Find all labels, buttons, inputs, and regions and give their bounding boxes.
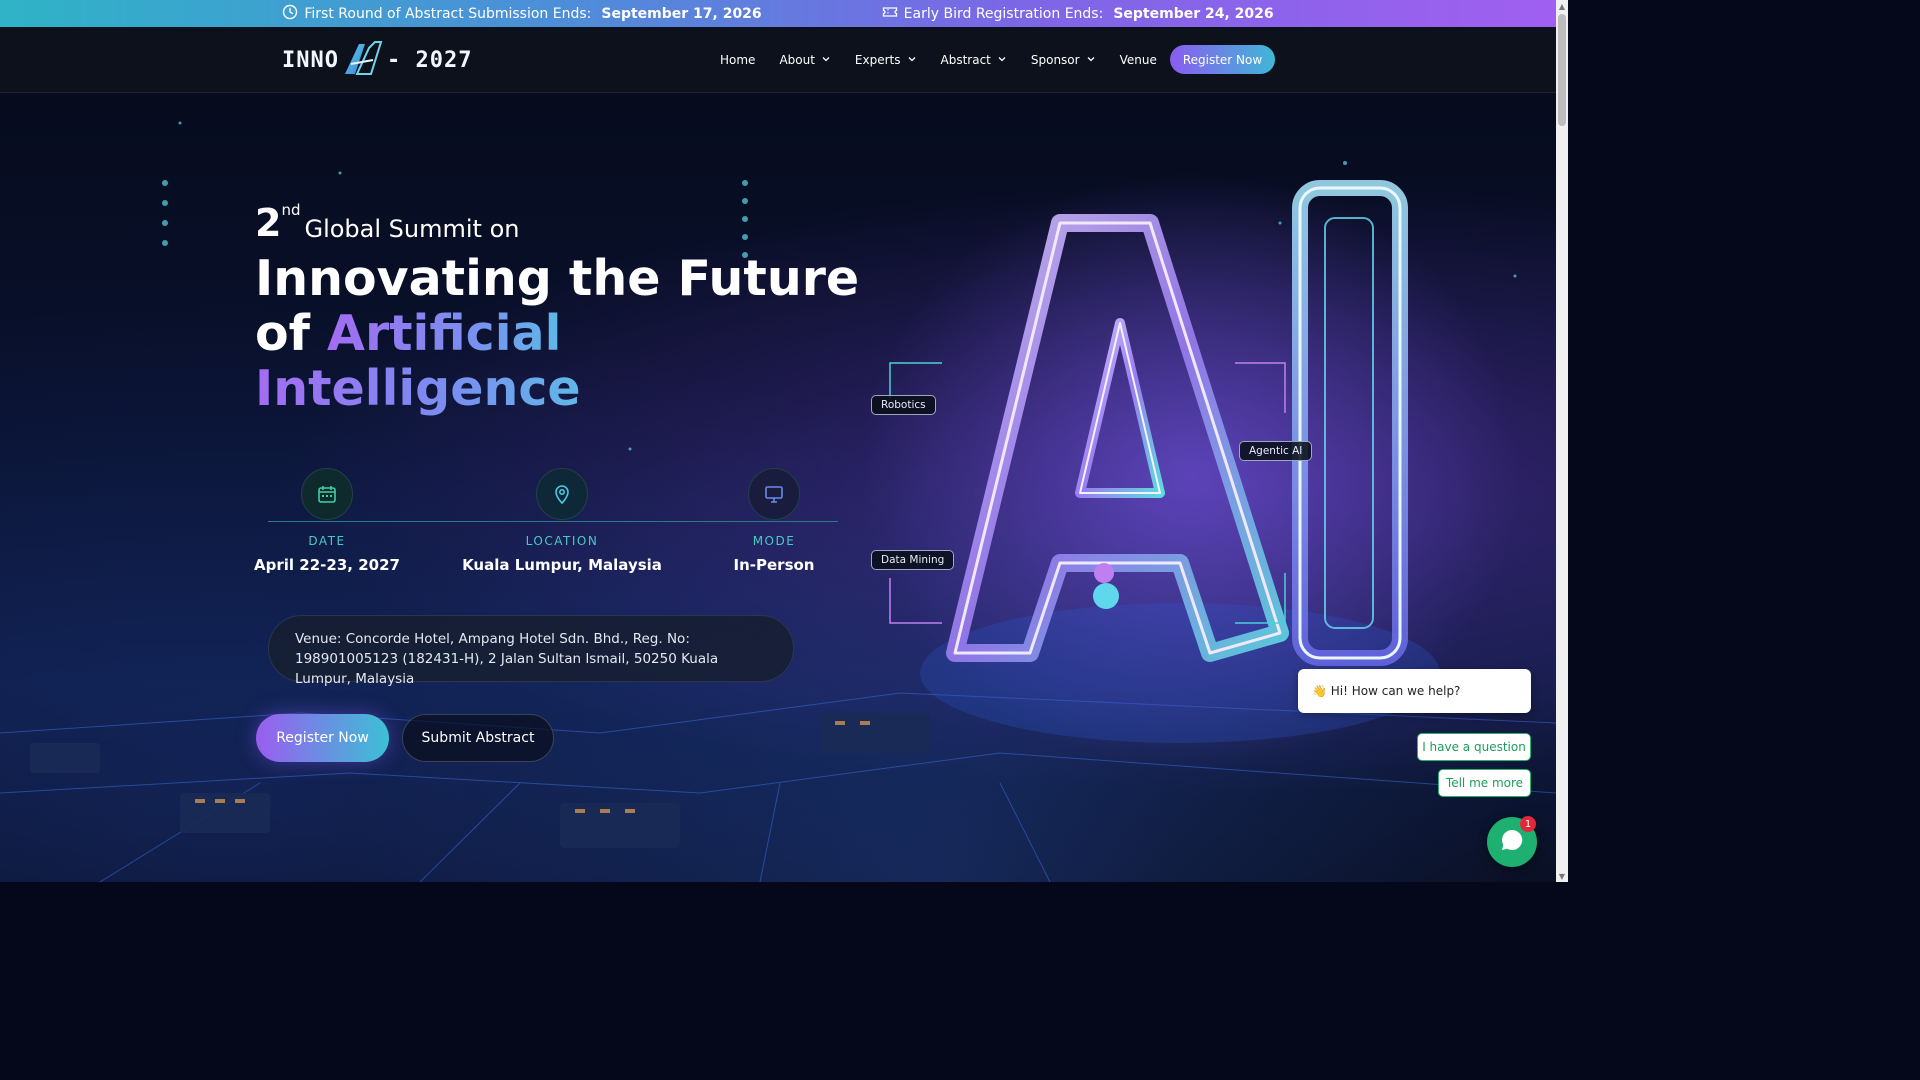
info-location-label: LOCATION xyxy=(525,534,599,548)
chevron-down-icon xyxy=(907,53,917,67)
headline-accent-2: Intelligence xyxy=(255,360,581,417)
chat-option-question[interactable]: I have a question xyxy=(1417,733,1531,761)
edition-suffix: nd xyxy=(281,201,301,219)
abstract-deadline-date: September 17, 2026 xyxy=(601,5,762,22)
main-nav: Home About Experts Abstract Sponsor Venu… xyxy=(720,45,1181,75)
headline-accent-1: Artificial xyxy=(327,305,562,362)
chat-bubble-icon xyxy=(1498,826,1526,858)
nav-home[interactable]: Home xyxy=(720,45,755,75)
early-bird-label: Early Bird Registration Ends: xyxy=(903,5,1104,22)
info-date-value: April 22-23, 2027 xyxy=(254,556,400,574)
chat-option-tell-more[interactable]: Tell me more xyxy=(1438,769,1531,797)
chat-unread-badge: 1 xyxy=(1520,816,1536,832)
chevron-down-icon xyxy=(1086,53,1096,67)
site-logo[interactable]: INNO - 2027 xyxy=(282,37,472,83)
info-location: LOCATION Kuala Lumpur, Malaysia xyxy=(462,468,662,574)
info-mode-label: MODE xyxy=(752,534,796,548)
headline-of: of xyxy=(255,305,310,362)
page-scrollbar[interactable]: ▲ ▼ xyxy=(1556,0,1568,882)
announcement-bar: First Round of Abstract Submission Ends:… xyxy=(0,0,1556,27)
headline-line-1: Innovating the Future xyxy=(255,250,860,307)
edition-number: 2 xyxy=(255,201,282,245)
ticket-icon xyxy=(882,4,898,24)
hero-section: 2 nd Global Summit on Innovating the Fut… xyxy=(0,93,1556,882)
submit-abstract-button[interactable]: Submit Abstract xyxy=(402,714,554,762)
location-pin-icon xyxy=(536,468,588,520)
page: { "announcement": { "abstract_label": "F… xyxy=(0,0,1568,882)
logo-text-right: - 2027 xyxy=(386,47,473,73)
scroll-down-icon[interactable]: ▼ xyxy=(1556,870,1568,882)
abstract-deadline-label: First Round of Abstract Submission Ends: xyxy=(304,5,592,22)
scroll-up-icon[interactable]: ▲ xyxy=(1556,0,1568,12)
tag-robotics: Robotics xyxy=(871,395,936,415)
tag-data-mining: Data Mining xyxy=(871,550,955,570)
info-date-label: DATE xyxy=(308,534,346,548)
nav-venue-label: Venue xyxy=(1119,53,1157,67)
logo-text-left: INNO xyxy=(282,47,339,73)
early-bird-date: September 24, 2026 xyxy=(1113,5,1274,22)
nav-abstract[interactable]: Abstract xyxy=(941,45,1007,75)
early-bird-deadline: Early Bird Registration Ends: September … xyxy=(882,4,1274,24)
info-mode: MODE In-Person xyxy=(674,468,874,574)
info-location-value: Kuala Lumpur, Malaysia xyxy=(462,556,662,574)
event-info-row: DATE April 22-23, 2027 LOCATION Kuala Lu… xyxy=(254,468,838,578)
nav-venue[interactable]: Venue xyxy=(1120,45,1157,75)
chevron-down-icon xyxy=(997,53,1007,67)
edition-text: Global Summit on xyxy=(304,215,520,243)
ai-logo-mark-icon xyxy=(339,38,387,82)
tag-agentic-ai: Agentic AI xyxy=(1239,441,1313,461)
nav-experts[interactable]: Experts xyxy=(855,45,917,75)
summit-edition: 2 nd Global Summit on xyxy=(255,201,519,245)
nav-experts-label: Experts xyxy=(854,53,901,67)
nav-about-label: About xyxy=(779,53,815,67)
venue-address: Venue: Concorde Hotel, Ampang Hotel Sdn.… xyxy=(268,615,794,687)
info-mode-value: In-Person xyxy=(733,556,815,574)
clock-icon xyxy=(282,4,298,24)
chevron-down-icon xyxy=(821,53,831,67)
nav-abstract-label: Abstract xyxy=(940,53,991,67)
scroll-thumb[interactable] xyxy=(1558,14,1566,126)
hero-register-button[interactable]: Register Now xyxy=(256,714,389,762)
abstract-deadline: First Round of Abstract Submission Ends:… xyxy=(282,4,762,24)
monitor-icon xyxy=(748,468,800,520)
calendar-icon xyxy=(301,468,353,520)
nav-sponsor[interactable]: Sponsor xyxy=(1031,45,1096,75)
chat-greeting[interactable]: 👋 Hi! How can we help? xyxy=(1298,669,1531,713)
nav-register-button[interactable]: Register Now xyxy=(1170,45,1275,74)
nav-about[interactable]: About xyxy=(779,45,830,75)
hero-headline: Innovating the Future of Artificial Inte… xyxy=(255,251,875,416)
info-date: DATE April 22-23, 2027 xyxy=(227,468,427,574)
nav-sponsor-label: Sponsor xyxy=(1030,53,1080,67)
navbar: INNO - 2027 Home About Experts Abstract … xyxy=(0,27,1556,93)
nav-home-label: Home xyxy=(720,53,756,67)
